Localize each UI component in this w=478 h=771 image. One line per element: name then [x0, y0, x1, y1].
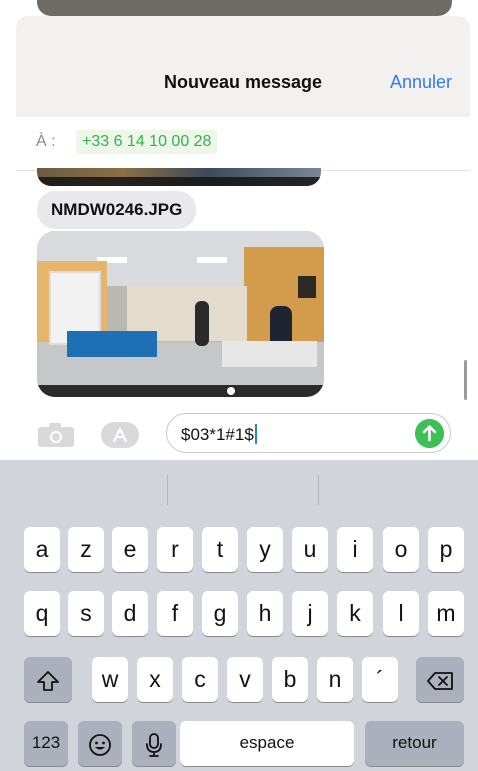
key-a[interactable]: a	[24, 527, 60, 572]
space-key[interactable]: espace	[180, 721, 354, 766]
cancel-button[interactable]: Annuler	[390, 72, 452, 93]
key-w[interactable]: w	[92, 657, 128, 702]
photo-attachment[interactable]	[37, 231, 324, 397]
attachment-name-bubble[interactable]: NMDW0246.JPG	[37, 191, 197, 229]
photo-desk	[67, 331, 157, 357]
key-x[interactable]: x	[137, 657, 173, 702]
camera-icon[interactable]	[37, 422, 75, 448]
photo-light	[197, 257, 227, 263]
sheet-grabber	[37, 0, 452, 16]
shift-icon	[37, 671, 59, 691]
photo-status-bar	[37, 385, 324, 397]
message-value: $03*1#1$	[181, 425, 254, 444]
return-key[interactable]: retour	[365, 721, 464, 766]
app-store-icon[interactable]	[100, 421, 140, 449]
key-z[interactable]: z	[68, 527, 104, 572]
message-text: $03*1#1$	[181, 424, 257, 445]
key-j[interactable]: j	[292, 591, 328, 636]
previous-photo-attachment[interactable]	[37, 168, 321, 186]
photo-poster	[298, 276, 316, 298]
photo-person	[270, 306, 292, 341]
photo-desk	[222, 341, 317, 367]
compose-header: Nouveau message Annuler	[16, 16, 470, 117]
key-t[interactable]: t	[202, 527, 238, 572]
key-d[interactable]: d	[112, 591, 148, 636]
photo-status-bar	[37, 177, 321, 186]
emoji-icon	[89, 734, 111, 756]
emoji-key[interactable]	[78, 721, 122, 766]
send-button[interactable]	[415, 419, 444, 448]
backspace-icon	[427, 672, 453, 690]
key-i[interactable]: i	[337, 527, 373, 572]
key-s[interactable]: s	[68, 591, 104, 636]
key-p[interactable]: p	[428, 527, 464, 572]
suggestion-divider	[318, 475, 319, 505]
key-k[interactable]: k	[337, 591, 373, 636]
key-accent[interactable]: ´	[362, 657, 398, 702]
key-m[interactable]: m	[428, 591, 464, 636]
key-h[interactable]: h	[247, 591, 283, 636]
numbers-key[interactable]: 123	[24, 721, 68, 766]
key-o[interactable]: o	[383, 527, 419, 572]
message-input[interactable]: $03*1#1$	[166, 413, 451, 453]
key-q[interactable]: q	[24, 591, 60, 636]
key-n[interactable]: n	[317, 657, 353, 702]
key-r[interactable]: r	[157, 527, 193, 572]
microphone-icon	[146, 733, 162, 757]
recipient-row[interactable]: À : +33 6 14 10 00 28	[16, 117, 470, 171]
key-c[interactable]: c	[182, 657, 218, 702]
key-y[interactable]: y	[247, 527, 283, 572]
to-label: À :	[36, 133, 56, 150]
dictation-key[interactable]	[132, 721, 176, 766]
photo-status-dot	[227, 387, 235, 395]
photo-person	[195, 301, 209, 346]
key-e[interactable]: e	[112, 527, 148, 572]
key-f[interactable]: f	[157, 591, 193, 636]
key-b[interactable]: b	[272, 657, 308, 702]
suggestion-divider	[167, 475, 168, 505]
key-v[interactable]: v	[227, 657, 263, 702]
recipient-chip[interactable]: +33 6 14 10 00 28	[76, 130, 218, 154]
delete-key[interactable]	[416, 657, 464, 702]
key-l[interactable]: l	[383, 591, 419, 636]
text-cursor	[254, 424, 257, 444]
scroll-indicator[interactable]	[464, 360, 467, 400]
shift-key[interactable]	[24, 657, 72, 702]
key-u[interactable]: u	[292, 527, 328, 572]
key-g[interactable]: g	[202, 591, 238, 636]
